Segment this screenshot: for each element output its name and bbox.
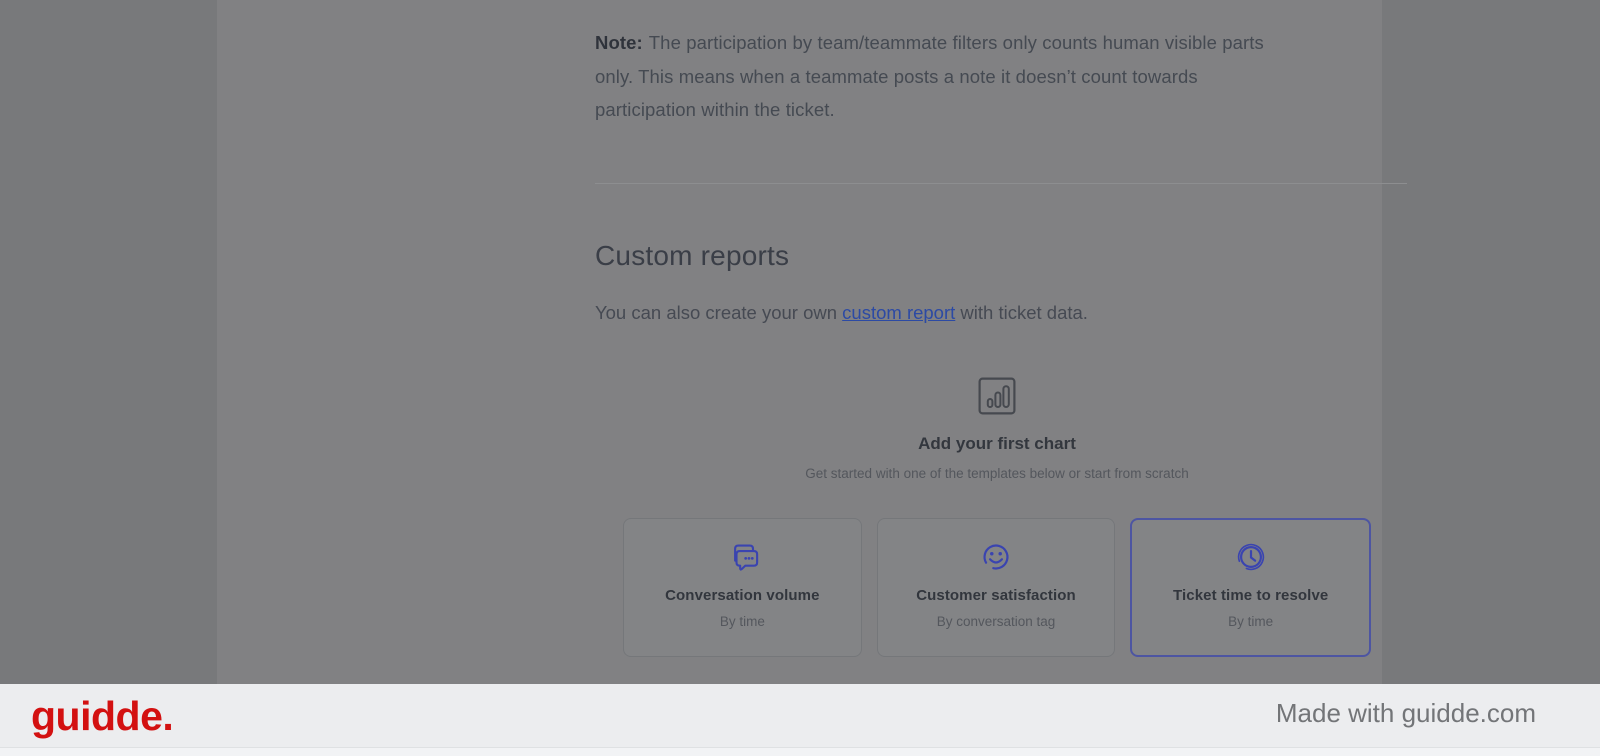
- section-divider: [595, 183, 1407, 184]
- bar-chart-icon: [977, 376, 1017, 416]
- intro-text-before: You can also create your own: [595, 302, 843, 323]
- note-text: The participation by team/teammate filte…: [648, 32, 1264, 53]
- footer-bottom-strip: [0, 747, 1600, 756]
- template-card-ticket-time-to-resolve[interactable]: Ticket time to resolve By time: [1130, 518, 1372, 657]
- made-with-guidde-link[interactable]: Made with guidde.com: [1276, 698, 1536, 729]
- note-paragraph: Note: The participation by team/teammate …: [595, 26, 1407, 127]
- smiley-icon: [974, 535, 1018, 579]
- dimmed-screenshot-stage: Note: The participation by team/teammate …: [0, 0, 1600, 756]
- clock-icon: [1229, 535, 1273, 579]
- guidde-footer-bar: guidde. Made with guidde.com: [0, 684, 1600, 756]
- template-card-customer-satisfaction[interactable]: Customer satisfaction By conversation ta…: [876, 518, 1116, 657]
- template-card-title: Ticket time to resolve: [1173, 587, 1329, 604]
- guidde-logo: guidde.: [31, 693, 174, 739]
- note-line: only. This means when a teammate posts a…: [595, 65, 1198, 87]
- template-card-conversation-volume[interactable]: Conversation volume By time: [623, 518, 862, 657]
- empty-state-subtitle: Get started with one of the templates be…: [805, 466, 1189, 481]
- chat-bubbles-icon: [720, 535, 764, 579]
- custom-report-link[interactable]: custom report: [842, 302, 955, 323]
- template-card-title: Customer satisfaction: [916, 587, 1076, 604]
- template-card-subtitle: By time: [719, 614, 765, 629]
- empty-state-title: Add your first chart: [918, 434, 1076, 453]
- section-heading: Custom reports: [595, 240, 790, 271]
- article-content-area: Note: The participation by team/teammate …: [217, 0, 1407, 684]
- template-card-title: Conversation volume: [665, 587, 820, 604]
- note-label: Note:: [595, 32, 643, 53]
- note-line: Note: The participation by team/teammate …: [595, 26, 1407, 60]
- intro-paragraph: You can also create your own custom repo…: [595, 302, 1407, 324]
- template-card-subtitle: By conversation tag: [936, 614, 1056, 629]
- note-line: participation within the ticket.: [595, 99, 835, 120]
- template-cards-row: Conversation volume By time Customer sat…: [623, 518, 1372, 657]
- intro-text-after: with ticket data.: [955, 302, 1088, 323]
- template-card-subtitle: By time: [1228, 614, 1274, 629]
